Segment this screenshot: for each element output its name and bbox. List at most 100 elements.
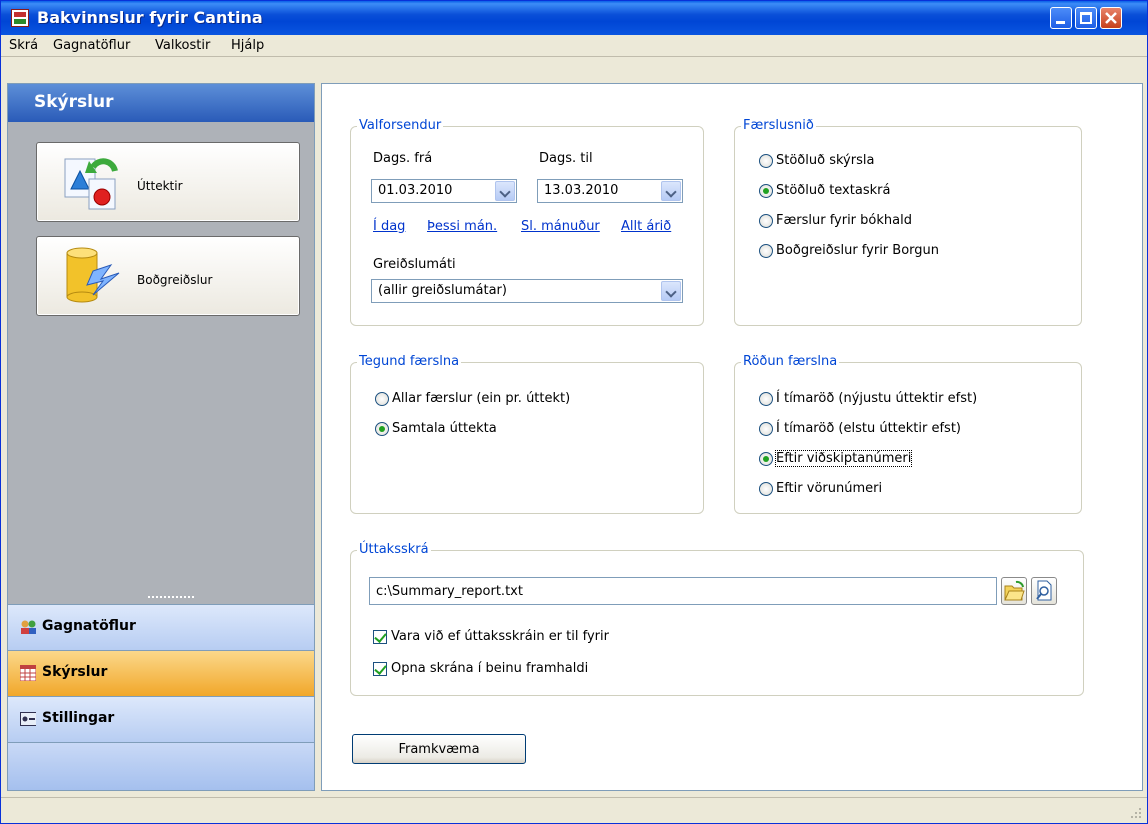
nav-empty-area [8,742,314,790]
menu-hjalp[interactable]: Hjálp [231,38,264,53]
rodun-group: Röðun færslna Í tímaröð (nýjustu úttekti… [734,354,1082,514]
shapes-refresh-icon [64,158,118,210]
view-file-button[interactable] [1031,577,1057,605]
checkbox-box[interactable] [373,629,387,644]
title-bar: Bakvinnslur fyrir Cantina [1,1,1147,35]
nav-gagnatoflur[interactable]: Gagnatöflur [8,604,314,650]
bodgreidslur-label: Boðgreiðslur [137,273,213,287]
folder-open-icon [1004,580,1025,601]
uttektir-label: Úttektir [137,179,183,193]
radio-bodgreidslur-borgun[interactable]: Boðgreiðslur fyrir Borgun [759,243,939,258]
uttaksskra-title: Úttaksskrá [357,542,431,557]
uttaksskra-group: Úttaksskrá c:\Summary_report.txt Vara vi… [350,542,1084,696]
radio-circle[interactable] [759,421,773,436]
radio-circle[interactable] [759,451,773,466]
radio-samtala-uttekta[interactable]: Samtala úttekta [375,421,497,436]
radio-circle[interactable] [759,213,773,228]
menu-gagnatoflur[interactable]: Gagnatöflur [53,38,130,53]
nav-gagnatoflur-label: Gagnatöflur [42,618,136,634]
bodgreidslur-button[interactable]: Boðgreiðslur [36,236,300,316]
payment-select[interactable]: (allir greiðslumátar) [371,279,683,303]
app-window: Bakvinnslur fyrir Cantina Skrá Gagnatöfl… [0,0,1148,824]
valforsendur-title: Valforsendur [357,118,444,133]
link-allt-arid[interactable]: Allt árið [621,219,671,234]
radio-label: Allar færslur (ein pr. úttekt) [392,391,571,406]
table-icon [20,665,36,681]
nav-skyrslur-label: Skýrslur [42,664,108,680]
date-from-picker[interactable]: 01.03.2010 [371,179,517,203]
radio-label: Boðgreiðslur fyrir Borgun [776,243,939,258]
radio-circle[interactable] [759,243,773,258]
radio-circle[interactable] [759,391,773,406]
report-options-panel: Valforsendur Dags. frá Dags. til 01.03.2… [321,83,1143,791]
radio-label: Stöðluð textaskrá [776,183,891,198]
checkbox-label: Opna skrána í beinu framhaldi [391,661,589,676]
radio-timarod-nyjustu[interactable]: Í tímaröð (nýjustu úttektir efst) [759,391,977,406]
date-to-value: 13.03.2010 [544,183,619,198]
close-icon [1105,12,1117,24]
payment-value: (allir greiðslumátar) [378,283,507,298]
faerslusnid-group: Færslusnið Stöðluð skýrsla Stöðluð texta… [734,118,1082,326]
maximize-icon [1080,12,1092,24]
radio-label: Eftir viðskiptanúmeri [774,450,913,467]
menu-bar: Skrá Gagnatöflur Valkostir Hjálp [1,35,1147,57]
radio-label: Stöðluð skýrsla [776,153,875,168]
link-i-dag[interactable]: Í dag [373,219,405,234]
chevron-down-icon[interactable] [495,181,515,201]
nav-stillingar[interactable]: Stillingar [8,696,314,742]
minimize-icon [1056,21,1065,24]
check-opna-skrana[interactable]: Opna skrána í beinu framhaldi [373,661,588,676]
link-sl-manudur[interactable]: Sl. mánuður [521,219,600,234]
radio-allar-faerslur[interactable]: Allar færslur (ein pr. úttekt) [375,391,570,406]
output-path-input[interactable]: c:\Summary_report.txt [369,577,997,605]
radio-circle[interactable] [759,153,773,168]
window-title: Bakvinnslur fyrir Cantina [37,8,263,27]
database-lightning-icon [66,247,120,303]
sidebar: Skýrslur Úttektir Boðgreiðslur Gagnatöfl… [7,83,315,791]
menu-skra[interactable]: Skrá [9,38,38,53]
menu-valkostir[interactable]: Valkostir [155,38,210,53]
link-thessi-man[interactable]: Þessi mán. [427,219,497,234]
radio-stodlud-skyrsla[interactable]: Stöðluð skýrsla [759,153,874,168]
tegund-group: Tegund færslna Allar færslur (ein pr. út… [350,354,704,514]
uttektir-button[interactable]: Úttektir [36,142,300,222]
faerslusnid-title: Færslusnið [741,118,816,133]
resize-grip-icon [1131,808,1141,818]
splitter-grip[interactable] [148,596,194,600]
radio-circle[interactable] [759,183,773,198]
radio-vorunumer[interactable]: Eftir vörunúmeri [759,481,882,496]
radio-circle[interactable] [375,421,389,436]
radio-label: Samtala úttekta [392,421,497,436]
radio-label: Í tímaröð (nýjustu úttektir efst) [776,391,978,406]
date-to-picker[interactable]: 13.03.2010 [537,179,683,203]
sidebar-header: Skýrslur [8,84,314,122]
check-vara-vid[interactable]: Vara við ef úttaksskráin er til fyrir [373,629,609,644]
settings-icon [20,712,36,726]
chevron-down-icon[interactable] [661,181,681,201]
radio-stodlud-textaskra[interactable]: Stöðluð textaskrá [759,183,890,198]
radio-circle[interactable] [759,481,773,496]
people-icon [21,620,36,634]
radio-faerslur-bokhald[interactable]: Færslur fyrir bókhald [759,213,912,228]
date-to-label: Dags. til [539,151,593,166]
nav-skyrslur[interactable]: Skýrslur [8,650,314,696]
framkvaema-button[interactable]: Framkvæma [352,734,526,764]
maximize-button[interactable] [1075,7,1097,29]
output-path-value: c:\Summary_report.txt [376,584,523,599]
app-icon [11,9,29,27]
payment-label: Greiðslumáti [373,257,456,272]
date-from-value: 01.03.2010 [378,183,453,198]
radio-vidskiptanumer[interactable]: Eftir viðskiptanúmeri [759,450,913,467]
checkbox-box[interactable] [373,661,387,676]
radio-label: Færslur fyrir bókhald [776,213,912,228]
open-folder-button[interactable] [1001,577,1027,605]
file-search-icon [1036,580,1052,601]
minimize-button[interactable] [1050,7,1072,29]
date-from-label: Dags. frá [373,151,433,166]
chevron-down-icon[interactable] [661,281,681,301]
tegund-title: Tegund færslna [357,354,462,369]
radio-timarod-elstu[interactable]: Í tímaröð (elstu úttektir efst) [759,421,961,436]
radio-circle[interactable] [375,391,389,406]
status-bar [1,797,1147,823]
close-button[interactable] [1100,7,1122,29]
